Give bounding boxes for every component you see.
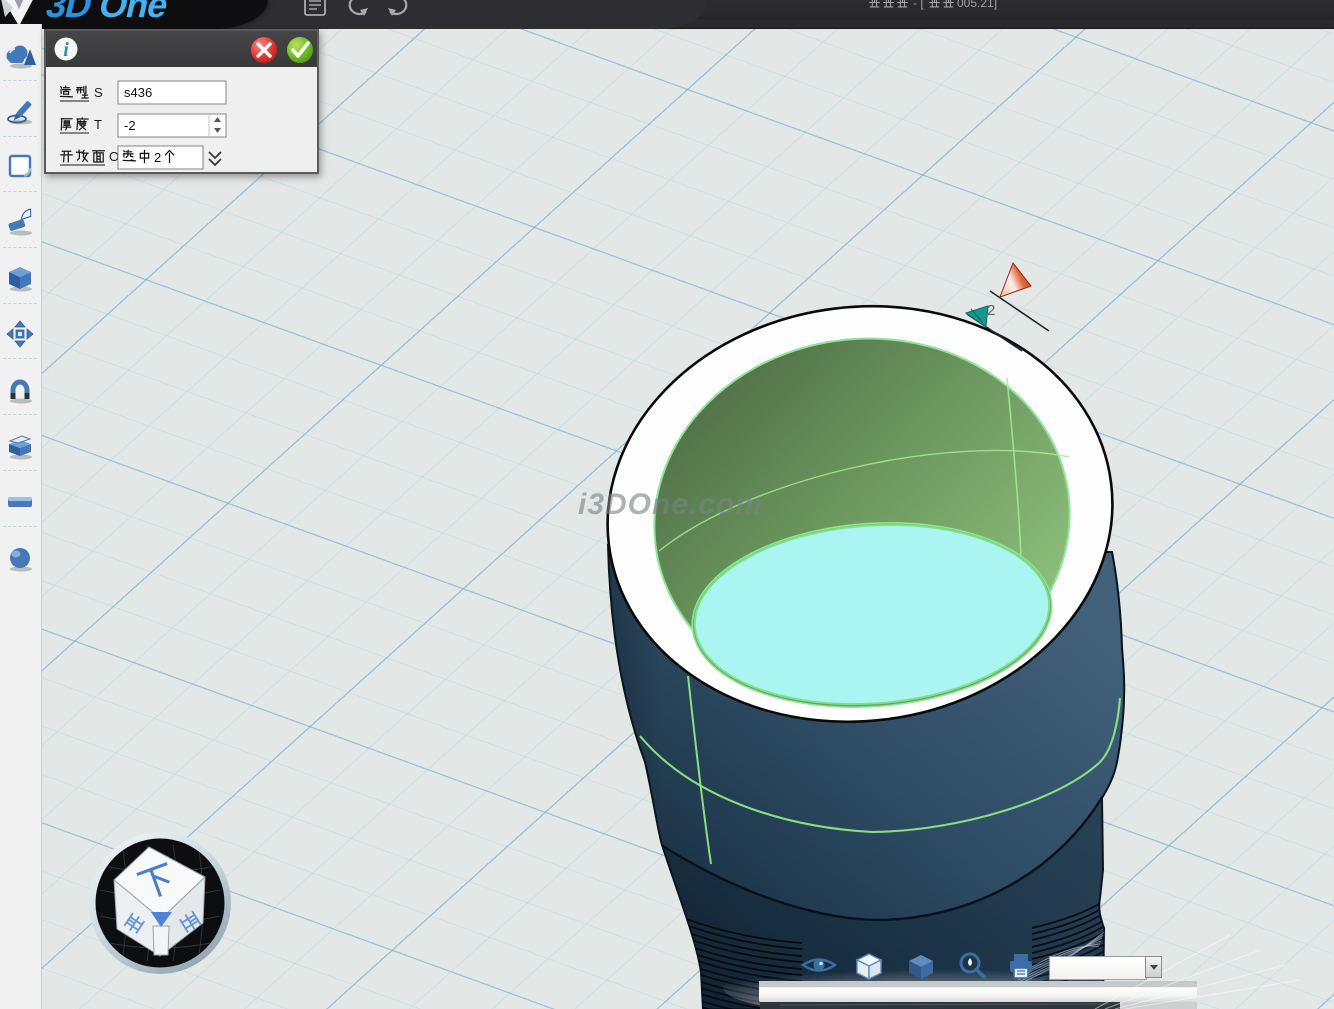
svg-text:T: T [94, 117, 102, 132]
svg-text:-2: -2 [124, 118, 136, 133]
svg-text:i3DOne.com: i3DOne.com [578, 488, 763, 521]
svg-text:S: S [94, 85, 103, 100]
svg-text:005.21]: 005.21] [957, 0, 997, 10]
svg-text:s436: s436 [124, 85, 152, 100]
svg-text:2: 2 [987, 302, 995, 319]
svg-text:i: i [63, 39, 69, 61]
svg-text:One: One [95, 0, 172, 25]
svg-text:- [: - [ [913, 0, 924, 10]
svg-text:3D: 3D [42, 0, 95, 25]
svg-text:2: 2 [154, 150, 161, 165]
